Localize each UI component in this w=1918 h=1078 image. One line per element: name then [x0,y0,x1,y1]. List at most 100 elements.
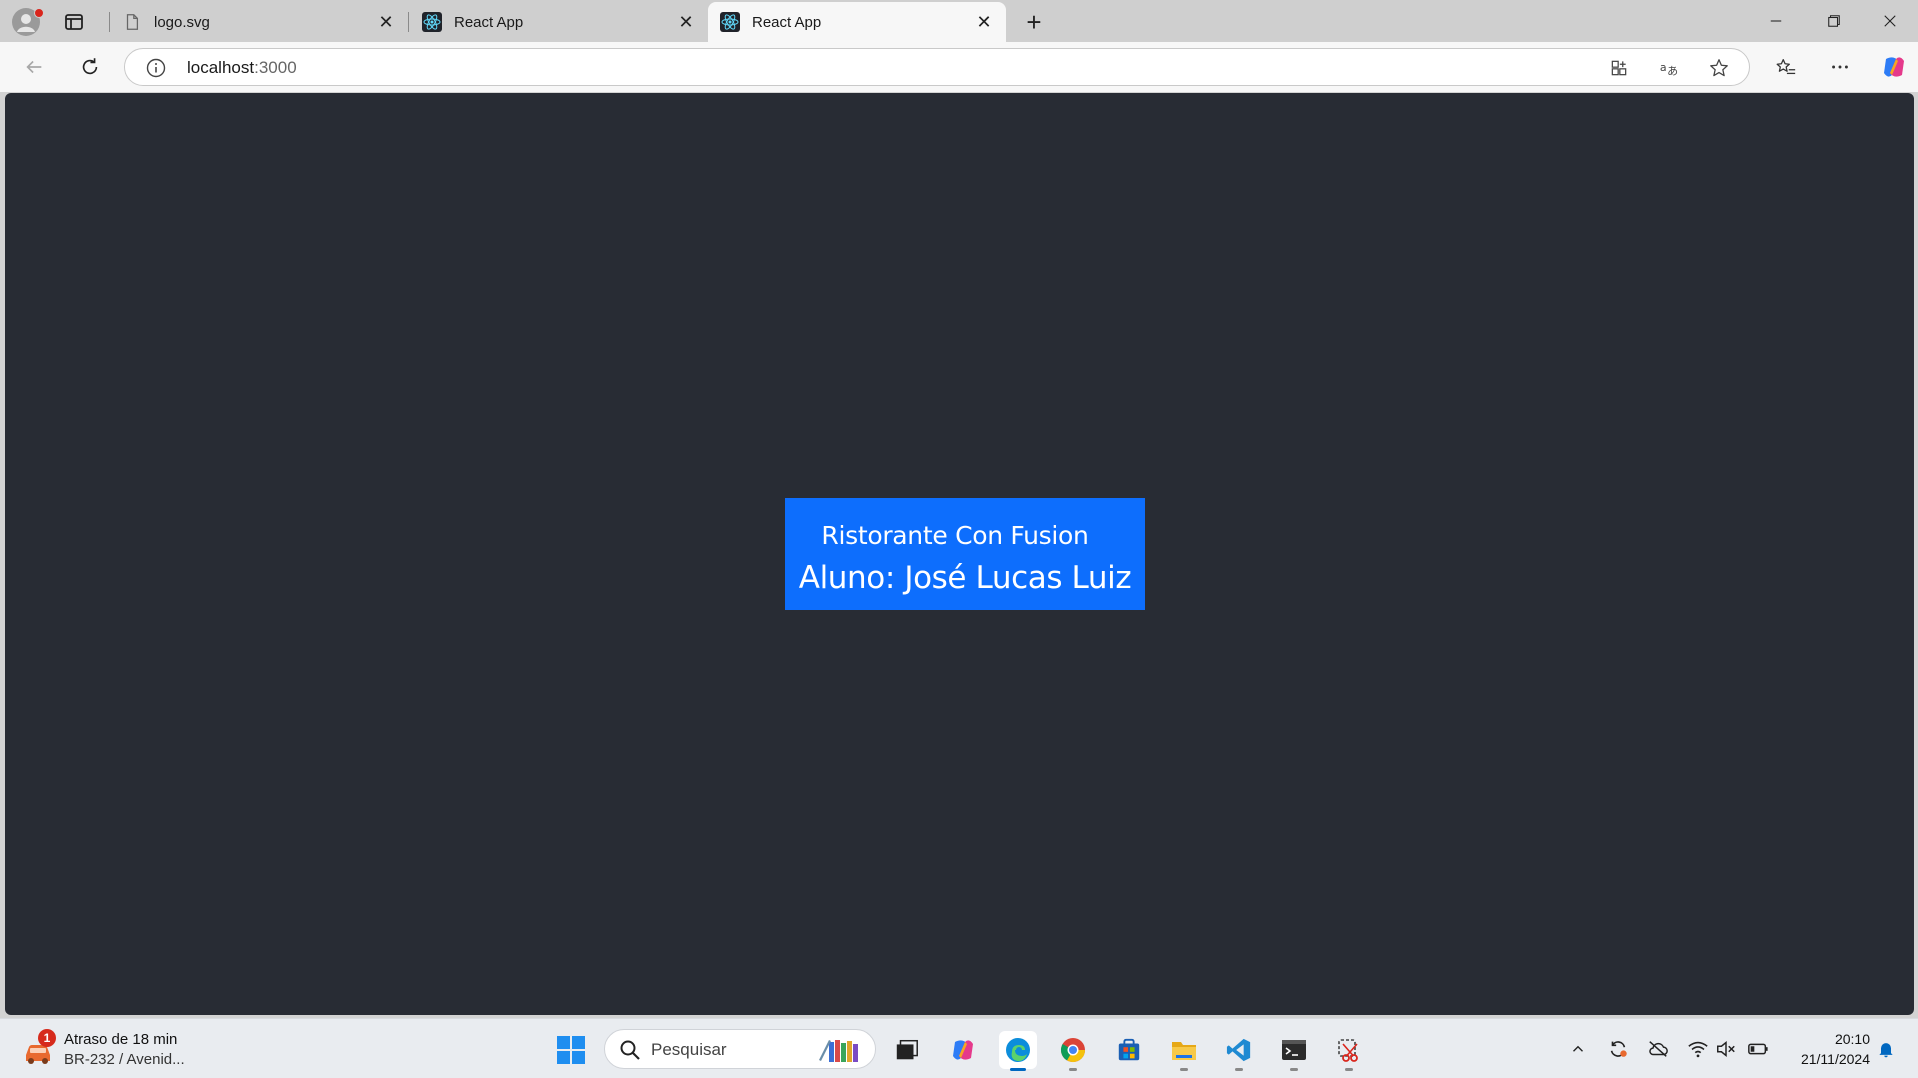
tab-react-app[interactable]: React App ✕ [410,2,708,42]
new-tab-button[interactable]: + [1020,7,1048,37]
arrow-left-icon [26,60,42,74]
restore-icon [1828,15,1840,27]
tray-sync[interactable] [1606,1037,1630,1061]
app-available-icon[interactable] [1607,56,1631,80]
notifications-button[interactable] [1874,1037,1898,1061]
close-window-button[interactable] [1862,0,1918,42]
tab-actions-icon [65,14,83,30]
url-host: localhost [187,58,255,77]
tab-title: React App [454,13,524,31]
page-viewport: Ristorante Con Fusion Aluno: José Lucas … [5,93,1914,1015]
taskbar-copilot[interactable] [944,1031,982,1069]
windows-logo-icon [557,1036,585,1064]
tab-actions-button[interactable] [62,10,86,34]
running-indicator [1069,1068,1077,1071]
navbar-brand[interactable]: Ristorante Con Fusion [785,521,1125,550]
tab-separator [408,12,409,32]
address-bar[interactable]: localhost:3000 aあ [124,48,1750,86]
favorite-star-icon[interactable] [1707,56,1731,80]
url-port: :3000 [254,58,297,77]
translate-icon[interactable]: aあ [1657,56,1681,80]
tab-title: logo.svg [154,13,210,31]
active-indicator [1010,1068,1026,1071]
volume-muted-icon [1717,1041,1735,1057]
taskbar-task-view[interactable] [888,1031,926,1069]
taskbar-snipping-tool[interactable] [1330,1031,1368,1071]
search-placeholder: Pesquisar [651,1040,727,1059]
restore-button[interactable] [1806,0,1862,42]
taskbar-search[interactable]: Pesquisar [604,1029,876,1069]
svg-text:a: a [1660,61,1667,74]
sync-icon [1610,1041,1627,1057]
file-icon [122,12,142,32]
traffic-title: Atraso de 18 min [64,1031,178,1048]
close-icon [1884,15,1896,27]
tab-title: React App [752,13,822,31]
folder-icon [1172,1042,1196,1060]
browser-toolbar: localhost:3000 aあ [0,42,1918,92]
tab-react-app-active[interactable]: React App ✕ [708,2,1006,42]
copilot-icon [953,1040,973,1060]
react-logo-icon [422,12,442,32]
copilot-icon [1884,57,1904,77]
chrome-browser-icon [1060,1038,1085,1063]
clock-date: 21/11/2024 [1800,1051,1870,1067]
alert-badge: 1 [38,1029,56,1047]
battery-icon [1748,1043,1768,1055]
refresh-icon [82,58,98,75]
refresh-button[interactable] [74,51,106,83]
running-indicator [1290,1068,1298,1071]
close-tab-icon[interactable]: ✕ [376,12,396,32]
taskbar-edge[interactable] [999,1031,1037,1071]
favorites-button[interactable] [1774,55,1798,79]
tray-battery[interactable] [1746,1037,1770,1061]
settings-more-button[interactable] [1828,55,1852,79]
taskbar-terminal[interactable] [1275,1031,1313,1071]
task-view-icon [896,1039,918,1060]
edge-browser-icon [1006,1038,1030,1062]
taskbar-vscode[interactable] [1220,1031,1258,1071]
site-info-icon[interactable] [145,57,167,79]
close-tab-icon[interactable]: ✕ [676,12,696,32]
more-horizontal-icon [1832,65,1848,69]
traffic-subtitle: BR-232 / Avenid... [64,1051,185,1068]
back-button[interactable] [18,51,50,83]
terminal-icon [1282,1040,1306,1060]
running-indicator [1180,1068,1188,1071]
windows-taskbar: 1 Atraso de 18 min BR-232 / Avenid... Pe… [0,1018,1918,1078]
system-clock[interactable]: 20:10 21/11/2024 [1780,1029,1870,1069]
taskbar-file-explorer[interactable] [1165,1031,1203,1071]
tray-network[interactable] [1686,1037,1710,1061]
url-text[interactable]: localhost:3000 [187,58,297,78]
wifi-icon [1688,1041,1708,1058]
taskbar-store[interactable] [1110,1031,1148,1069]
books-highlight-icon [819,1040,858,1062]
notification-dot [34,8,44,18]
minimize-button[interactable] [1748,0,1804,42]
cloud-offline-icon [1649,1041,1668,1057]
minimize-icon [1770,20,1782,22]
microsoft-store-icon [1118,1038,1140,1061]
show-hidden-icons[interactable] [1566,1037,1590,1061]
favorites-list-icon [1776,59,1796,75]
student-name: Aluno: José Lucas Luiz [798,560,1132,596]
tray-onedrive[interactable] [1646,1037,1670,1061]
svg-text:あ: あ [1667,64,1678,77]
copilot-button[interactable] [1880,53,1908,81]
bell-icon [1879,1043,1893,1058]
taskbar-chrome[interactable] [1054,1031,1092,1071]
traffic-widget[interactable]: 1 Atraso de 18 min BR-232 / Avenid... [22,1029,222,1071]
tab-logo-svg[interactable]: logo.svg ✕ [110,2,408,42]
clock-time: 20:10 [1834,1031,1870,1047]
start-button[interactable] [556,1035,586,1065]
react-logo-icon [720,12,740,32]
tray-volume[interactable] [1714,1037,1738,1061]
running-indicator [1345,1068,1353,1071]
profile-button[interactable] [12,8,44,36]
snipping-tool-icon [1338,1039,1358,1062]
running-indicator [1235,1068,1243,1071]
close-tab-icon[interactable]: ✕ [974,12,994,32]
tab-strip: logo.svg ✕ React App ✕ React App ✕ + [0,0,1918,42]
vscode-icon [1226,1038,1251,1062]
chevron-up-icon [1573,1045,1583,1052]
